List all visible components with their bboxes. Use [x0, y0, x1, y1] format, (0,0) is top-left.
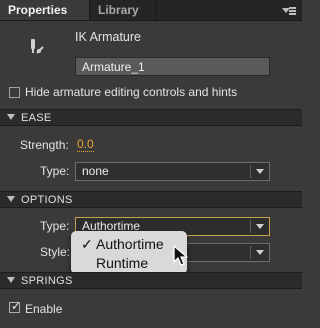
- object-type-label: IK Armature: [75, 30, 141, 44]
- hide-controls-label: Hide armature editing controls and hints: [25, 85, 238, 99]
- chevron-down-icon: [256, 224, 264, 229]
- collapse-triangle-icon: [7, 277, 15, 283]
- section-title: OPTIONS: [21, 194, 73, 206]
- collapse-triangle-icon: [7, 114, 15, 120]
- ease-type-select[interactable]: none: [75, 162, 270, 181]
- armature-bone-icon: [28, 37, 46, 57]
- panel-menu-icon[interactable]: [282, 6, 296, 16]
- menu-item-runtime[interactable]: Runtime: [71, 253, 187, 273]
- section-title: EASE: [21, 112, 52, 124]
- strength-label: Strength:: [20, 138, 69, 152]
- enable-springs-checkbox[interactable]: ✓: [9, 299, 22, 313]
- hide-controls-checkbox[interactable]: [9, 87, 20, 98]
- enable-springs-label: Enable: [25, 302, 63, 316]
- section-title: SPRINGS: [21, 275, 73, 287]
- menu-item-label: Runtime: [96, 255, 149, 271]
- menu-item-authortime[interactable]: ✓ Authortime: [71, 234, 187, 254]
- strength-value[interactable]: 0.0: [77, 138, 94, 152]
- type-dropdown-menu: ✓ Authortime Runtime: [71, 231, 187, 274]
- section-springs[interactable]: SPRINGS: [0, 272, 302, 289]
- collapse-triangle-icon: [7, 196, 15, 202]
- armature-name-input[interactable]: [75, 57, 270, 76]
- checkmark-icon: ✓: [11, 299, 22, 313]
- chevron-down-icon: [256, 169, 264, 174]
- tab-library[interactable]: Library: [90, 0, 156, 20]
- options-type-label: Type:: [40, 219, 70, 233]
- ease-type-value: none: [82, 164, 109, 178]
- section-ease[interactable]: EASE: [0, 109, 302, 126]
- menu-item-label: Authortime: [96, 236, 164, 252]
- section-options[interactable]: OPTIONS: [0, 191, 302, 208]
- mouse-pointer-icon: [173, 245, 189, 267]
- tab-properties[interactable]: Properties: [0, 0, 90, 20]
- checkmark-icon: ✓: [81, 236, 93, 252]
- chevron-down-icon: [256, 250, 264, 255]
- ease-type-label: Type:: [40, 164, 70, 178]
- style-label: Style:: [40, 245, 71, 259]
